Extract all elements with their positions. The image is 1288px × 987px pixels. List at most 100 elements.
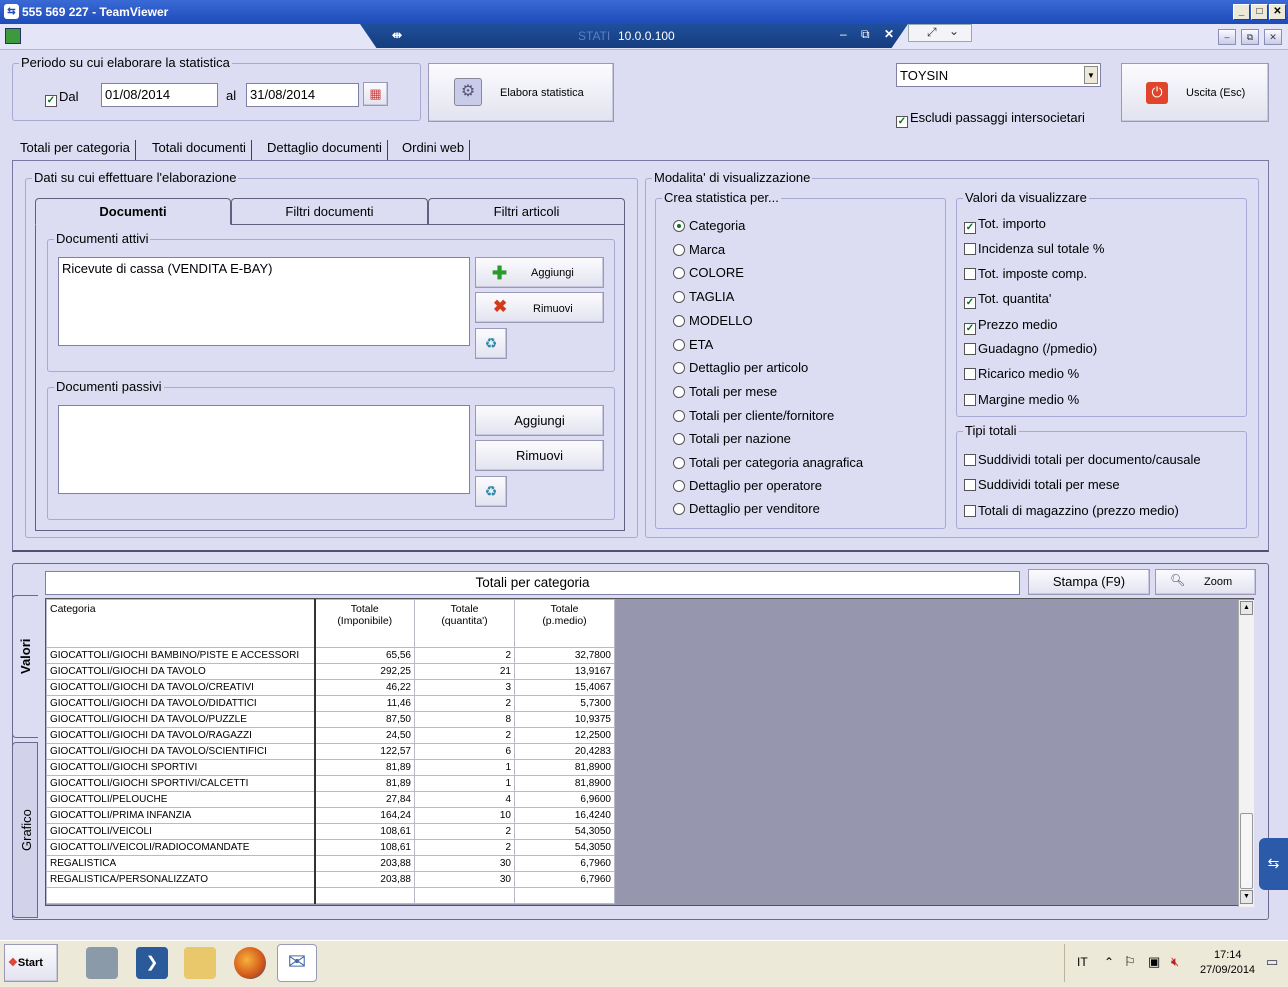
- radio-button-icon[interactable]: [673, 503, 685, 515]
- attivi-rimuovi-button[interactable]: ✖ Rimuovi: [475, 292, 604, 323]
- tab-totali-documenti[interactable]: Totali documenti: [152, 140, 252, 160]
- dal-checkbox[interactable]: ✓ Dal: [45, 89, 79, 107]
- start-button[interactable]: ❖Start: [4, 944, 58, 982]
- checkbox-icon[interactable]: [964, 505, 976, 517]
- checkbox-icon[interactable]: [964, 268, 976, 280]
- elabora-statistica-button[interactable]: ⚙ Elabora statistica: [428, 63, 614, 122]
- tipi-checkbox[interactable]: Suddividi totali per documento/causale: [964, 452, 1201, 467]
- session-close-icon[interactable]: ✕: [884, 27, 894, 41]
- escludi-checkbox[interactable]: ✓ Escludi passaggi intersocietari: [896, 110, 1085, 128]
- radio-button-icon[interactable]: [673, 480, 685, 492]
- table-row[interactable]: GIOCATTOLI/GIOCHI BAMBINO/PISTE E ACCESS…: [46, 647, 615, 664]
- firefox-icon[interactable]: [234, 947, 266, 979]
- table-row[interactable]: GIOCATTOLI/VEICOLI/RADIOCOMANDATE 108,61 2…: [46, 839, 615, 856]
- checkbox-checked-icon[interactable]: ✓: [964, 297, 976, 309]
- radio-option[interactable]: TAGLIA: [673, 289, 734, 304]
- recycle-bin-icon[interactable]: ♻: [475, 328, 507, 359]
- column-header[interactable]: Categoria: [46, 599, 316, 648]
- table-row[interactable]: GIOCATTOLI/GIOCHI DA TAVOLO 292,25 21 13,91…: [46, 663, 615, 680]
- radio-option[interactable]: COLORE: [673, 265, 744, 280]
- valori-checkbox[interactable]: Ricarico medio %: [964, 366, 1079, 381]
- radio-option[interactable]: Totali per nazione: [673, 431, 791, 446]
- teamviewer-side-panel-icon[interactable]: ⇆: [1259, 838, 1288, 890]
- radio-button-icon[interactable]: [673, 315, 685, 327]
- tab-ordini-web[interactable]: Ordini web: [402, 140, 471, 160]
- dropdown-arrow-icon[interactable]: ▼: [1084, 66, 1098, 84]
- radio-option[interactable]: Marca: [673, 242, 725, 257]
- table-row[interactable]: GIOCATTOLI/GIOCHI SPORTIVI 81,89 1 81,8900: [46, 759, 615, 776]
- recycle-bin-icon[interactable]: ♻: [475, 476, 507, 507]
- stampa-button[interactable]: Stampa (F9): [1028, 569, 1150, 595]
- radio-option[interactable]: ETA: [673, 337, 713, 352]
- valori-checkbox[interactable]: Tot. imposte comp.: [964, 266, 1087, 281]
- radio-button-icon[interactable]: [673, 267, 685, 279]
- remote-close-button[interactable]: ✕: [1264, 29, 1282, 45]
- table-row[interactable]: GIOCATTOLI/GIOCHI DA TAVOLO/SCIENTIFICI 1…: [46, 743, 615, 760]
- checkbox-icon[interactable]: [964, 368, 976, 380]
- mail-envelope-icon[interactable]: ✉: [277, 944, 317, 982]
- show-hidden-icons-icon[interactable]: ⌃: [1104, 955, 1114, 969]
- radio-option[interactable]: Totali per cliente/fornitore: [673, 408, 834, 423]
- session-minimize-icon[interactable]: –: [840, 27, 847, 41]
- radio-option[interactable]: Dettaglio per articolo: [673, 360, 808, 375]
- session-restore-icon[interactable]: ⧉: [861, 27, 870, 42]
- tab-totali-categoria[interactable]: Totali per categoria: [20, 140, 136, 160]
- scroll-up-icon[interactable]: ▲: [1240, 601, 1253, 615]
- table-row[interactable]: GIOCATTOLI/GIOCHI DA TAVOLO/PUZZLE 87,50 8…: [46, 711, 615, 728]
- passivi-rimuovi-button[interactable]: Rimuovi: [475, 440, 604, 471]
- side-tab-grafico[interactable]: Grafico: [12, 742, 38, 918]
- documenti-attivi-list[interactable]: Ricevute di cassa (VENDITA E-BAY): [58, 257, 470, 346]
- fullscreen-icon[interactable]: ⤢: [927, 25, 937, 40]
- calendar-icon[interactable]: ▦: [363, 82, 388, 106]
- table-row[interactable]: GIOCATTOLI/GIOCHI SPORTIVI/CALCETTI 81,89…: [46, 775, 615, 792]
- checkbox-icon[interactable]: [964, 343, 976, 355]
- tab-documenti[interactable]: Documenti: [35, 198, 231, 225]
- table-row[interactable]: GIOCATTOLI/GIOCHI DA TAVOLO/DIDATTICI 11,…: [46, 695, 615, 712]
- radio-option[interactable]: Totali per mese: [673, 384, 777, 399]
- tipi-checkbox[interactable]: Suddividi totali per mese: [964, 477, 1120, 492]
- session-menu-toggle[interactable]: ⤢ ⌄: [908, 24, 972, 42]
- remote-restore-button[interactable]: ⧉: [1241, 29, 1259, 45]
- radio-button-icon[interactable]: [673, 244, 685, 256]
- uscita-button[interactable]: ⏻ Uscita (Esc): [1121, 63, 1269, 122]
- clock-date[interactable]: 27/09/2014: [1200, 964, 1255, 976]
- radio-button-icon[interactable]: [673, 410, 685, 422]
- column-header[interactable]: Totale (quantita'): [414, 599, 515, 648]
- chevron-down-icon[interactable]: ⌄: [949, 24, 959, 38]
- radio-button-icon[interactable]: [673, 457, 685, 469]
- scroll-thumb[interactable]: [1240, 813, 1253, 889]
- show-desktop-icon[interactable]: ▭: [1266, 954, 1278, 970]
- language-indicator[interactable]: IT: [1077, 955, 1088, 969]
- remote-minimize-button[interactable]: –: [1218, 29, 1236, 45]
- table-row[interactable]: REGALISTICA 203,88 30 6,7960: [46, 855, 615, 872]
- date-from-input[interactable]: 01/08/2014: [101, 83, 218, 107]
- clock-time[interactable]: 17:14: [1214, 949, 1242, 961]
- tipi-checkbox[interactable]: Totali di magazzino (prezzo medio): [964, 503, 1179, 518]
- side-tab-valori[interactable]: Valori: [12, 595, 38, 738]
- radio-button-icon[interactable]: [673, 362, 685, 374]
- checkbox-checked-icon[interactable]: ✓: [964, 323, 976, 335]
- valori-checkbox[interactable]: ✓ Prezzo medio: [964, 317, 1057, 335]
- vertical-scrollbar[interactable]: ▲ ▼: [1238, 600, 1254, 907]
- table-row[interactable]: GIOCATTOLI/VEICOLI 108,61 2 54,3050: [46, 823, 615, 840]
- checkbox-icon[interactable]: [964, 454, 976, 466]
- close-button[interactable]: ✕: [1269, 4, 1286, 20]
- volume-muted-icon[interactable]: 🔇︎: [1171, 954, 1179, 970]
- radio-button-icon[interactable]: [673, 220, 685, 232]
- tab-dettaglio-documenti[interactable]: Dettaglio documenti: [267, 140, 388, 160]
- radio-option[interactable]: Totali per categoria anagrafica: [673, 455, 863, 470]
- maximize-button[interactable]: □: [1251, 4, 1268, 20]
- valori-checkbox[interactable]: Guadagno (/pmedio): [964, 341, 1097, 356]
- tab-filtri-articoli[interactable]: Filtri articoli: [428, 198, 625, 224]
- pin-icon[interactable]: ⇹: [392, 28, 402, 42]
- valori-checkbox[interactable]: Incidenza sul totale %: [964, 241, 1104, 256]
- radio-option[interactable]: Dettaglio per operatore: [673, 478, 822, 493]
- checkbox-icon[interactable]: [964, 479, 976, 491]
- table-row[interactable]: REGALISTICA/PERSONALIZZATO 203,88 30 6,7960: [46, 871, 615, 888]
- valori-checkbox[interactable]: ✓ Tot. importo: [964, 216, 1046, 234]
- column-header[interactable]: Totale (p.medio): [514, 599, 615, 648]
- radio-option[interactable]: Categoria: [673, 218, 745, 233]
- checkbox-checked-icon[interactable]: ✓: [964, 222, 976, 234]
- radio-option[interactable]: MODELLO: [673, 313, 753, 328]
- valori-checkbox[interactable]: ✓ Tot. quantita': [964, 291, 1051, 309]
